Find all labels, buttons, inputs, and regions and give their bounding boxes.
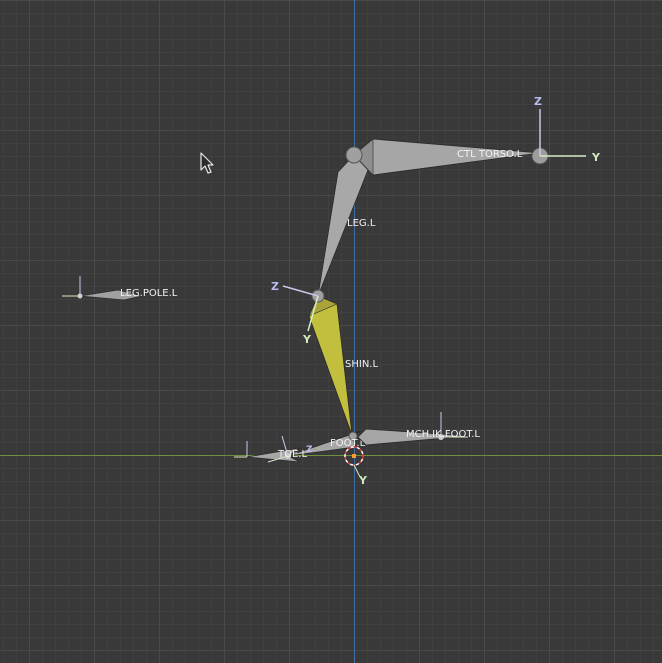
3d-viewport[interactable]: CTL TORSO.L Z Y LEG.L LEG.POLE.L SHIN.L …: [0, 0, 662, 663]
axis-label-y: Y: [591, 151, 601, 164]
viewport-canvas[interactable]: CTL TORSO.L Z Y LEG.L LEG.POLE.L SHIN.L …: [0, 0, 662, 663]
axis-label-z: Z: [271, 280, 279, 293]
axis-label-y: Y: [358, 474, 368, 487]
bone-label-toe: TOE.L: [277, 449, 307, 460]
axis-label-y: Y: [302, 333, 312, 346]
bone-label-ctl-torso: CTL TORSO.L: [457, 149, 523, 160]
axis-label-z: Z: [534, 95, 542, 108]
bone-toe[interactable]: TOE.L Z: [234, 435, 313, 463]
bone-label-leg-pole: LEG.POLE.L: [120, 288, 178, 299]
bone-shin[interactable]: SHIN.L: [308, 289, 378, 436]
bone-leg-pole[interactable]: LEG.POLE.L: [62, 276, 178, 301]
bone-label-shin: SHIN.L: [345, 359, 378, 370]
bone-label-mch-ik-foot: MCH.IK.FOOT.L: [406, 429, 480, 440]
bone-label-leg: LEG.L: [347, 218, 376, 229]
axis-label-z: Z: [306, 445, 313, 455]
